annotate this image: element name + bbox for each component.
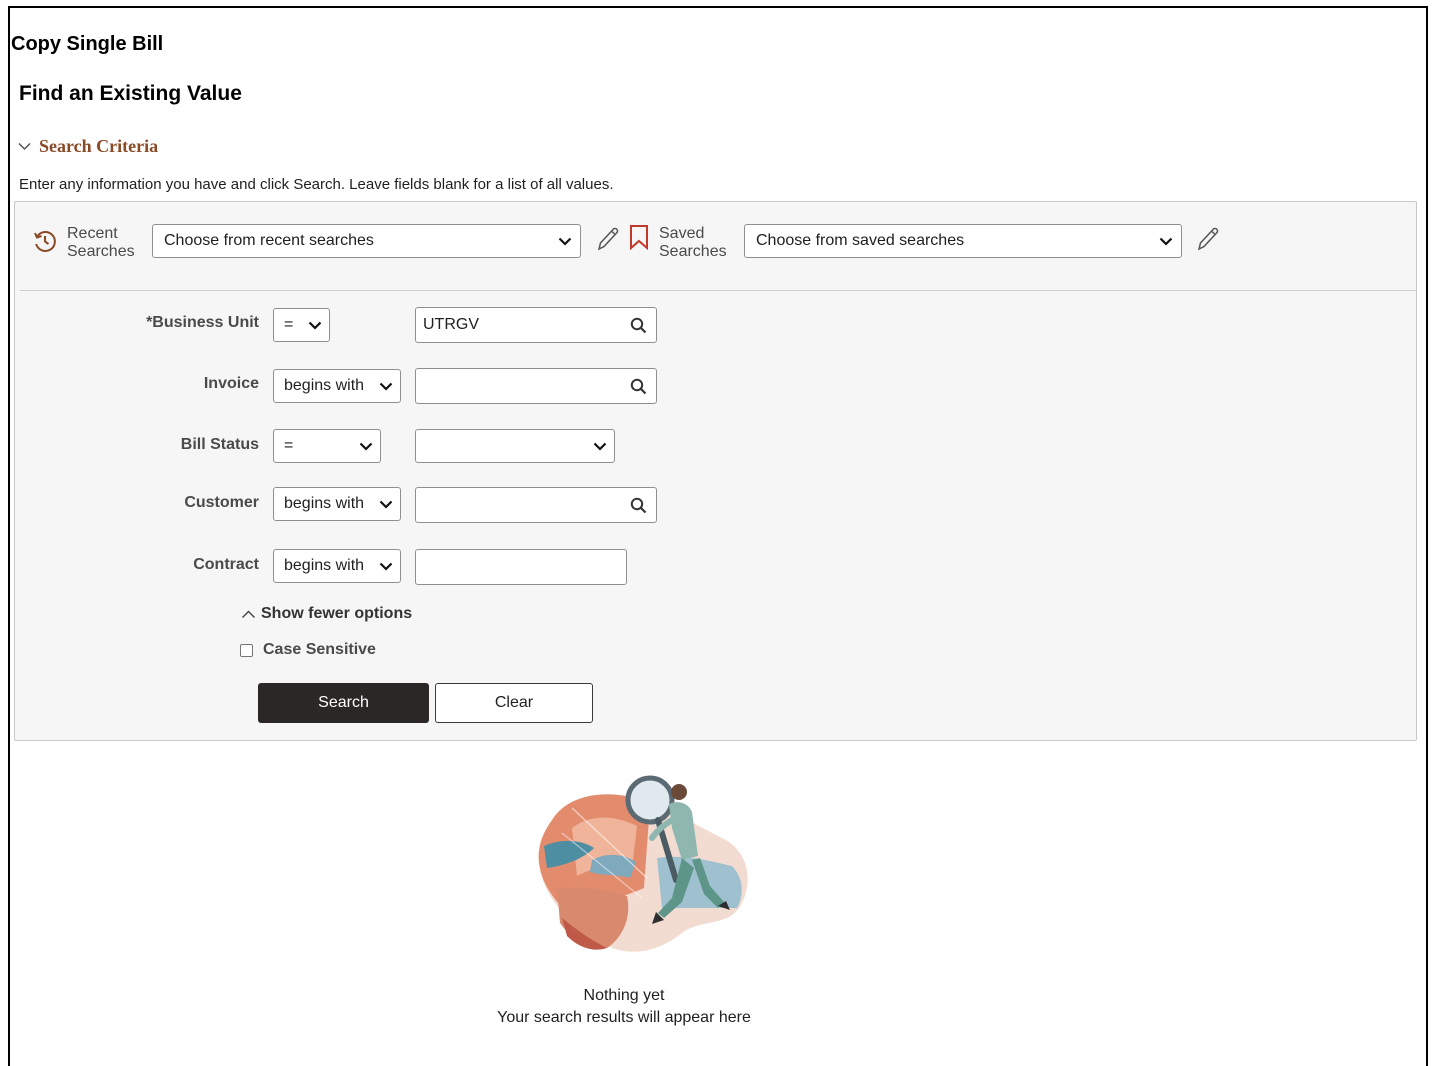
customer-label: Customer [184, 494, 259, 511]
page-subtitle: Find an Existing Value [19, 82, 242, 105]
search-instructions: Enter any information you have and click… [19, 176, 614, 193]
business-unit-input[interactable]: UTRGV [415, 307, 657, 343]
chevron-down-icon [379, 382, 393, 391]
invoice-input[interactable] [415, 368, 657, 404]
chevron-down-icon [593, 442, 607, 451]
page-title: Copy Single Bill [11, 33, 164, 55]
invoice-label: Invoice [203, 375, 259, 392]
search-icon[interactable] [630, 317, 647, 334]
bill-status-operator[interactable]: = [273, 429, 381, 463]
business-unit-label: *Business Unit [146, 314, 259, 331]
case-sensitive-checkbox[interactable] [240, 643, 253, 657]
show-fewer-options-toggle[interactable]: Show fewer options [241, 605, 412, 623]
saved-searches-label: Saved Searches [659, 225, 727, 260]
recent-searches-label: Recent Searches [67, 225, 135, 260]
empty-search-illustration [538, 775, 748, 952]
contract-label: Contract [193, 556, 259, 573]
search-criteria-toggle[interactable]: Search Criteria [18, 136, 158, 157]
customer-input[interactable] [415, 487, 657, 523]
chevron-down-icon [379, 562, 393, 571]
recent-searches-select[interactable]: Choose from recent searches [152, 224, 581, 258]
chevron-down-icon [558, 237, 572, 246]
edit-saved-pencil-icon[interactable] [1195, 225, 1221, 253]
edit-recent-pencil-icon[interactable] [595, 225, 621, 253]
search-criteria-label: Search Criteria [39, 136, 159, 156]
case-sensitive-option: Case Sensitive [240, 641, 376, 659]
bill-status-select[interactable] [415, 429, 615, 463]
panel-divider [20, 290, 1416, 291]
chevron-down-icon [359, 442, 373, 451]
search-button[interactable]: Search [258, 683, 429, 723]
saved-searches-bar: Recent Searches Choose from recent searc… [15, 202, 1416, 290]
empty-state-message: Your search results will appear here [497, 1009, 751, 1026]
contract-operator[interactable]: begins with [273, 549, 401, 583]
search-icon[interactable] [630, 497, 647, 514]
clear-button[interactable]: Clear [435, 683, 593, 723]
saved-searches-select[interactable]: Choose from saved searches [744, 224, 1182, 258]
chevron-down-icon [18, 142, 31, 151]
invoice-operator[interactable]: begins with [273, 369, 401, 403]
bill-status-label: Bill Status [180, 436, 259, 453]
empty-state-title: Nothing yet [583, 987, 665, 1004]
contract-input[interactable] [415, 549, 627, 585]
chevron-down-icon [379, 500, 393, 509]
chevron-up-icon [242, 610, 255, 618]
search-icon[interactable] [630, 378, 647, 395]
search-panel: Recent Searches Choose from recent searc… [14, 201, 1417, 741]
chevron-down-icon [1159, 237, 1173, 246]
history-icon [34, 231, 56, 252]
bookmark-icon [630, 225, 648, 250]
business-unit-operator[interactable]: = [273, 308, 330, 342]
customer-operator[interactable]: begins with [273, 487, 401, 521]
chevron-down-icon [308, 321, 322, 330]
case-sensitive-label: Case Sensitive [263, 641, 376, 658]
